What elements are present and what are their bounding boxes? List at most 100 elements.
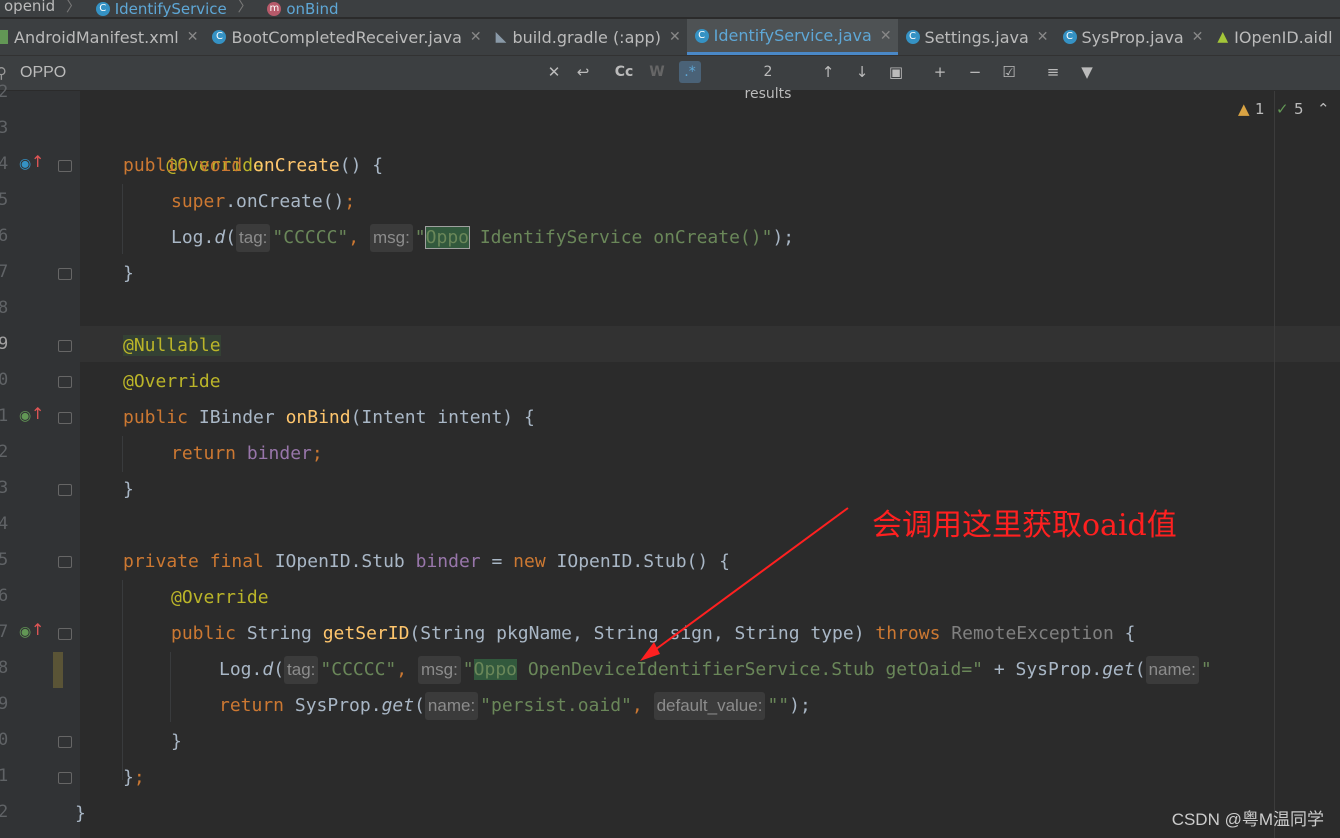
fold-icon[interactable] [58,412,72,424]
override-icon[interactable]: ◉ [19,156,31,172]
code-line: Log.d(tag: "CCCCC", msg: "Oppo OpenDeviceI… [219,652,1212,688]
search-input[interactable] [0,56,542,90]
tab-bootcompletedreceiver[interactable]: C BootCompletedReceiver.java ✕ [204,19,487,55]
code-line: return binder; [171,443,323,464]
code-line: } [123,263,134,284]
breadcrumb-item-method[interactable]: m onBind [267,0,339,17]
tab-sysprop[interactable]: C SysProp.java ✕ [1055,19,1210,55]
param-hint: msg: [369,224,413,252]
tab-iopenid-aidl[interactable]: ▲ IOpenID.aidl✕ [1209,19,1340,55]
line-number: 7 [0,622,9,642]
code-line: private final IOpenID.Stub binder = new … [123,551,730,572]
code-line: public void onCreate() { [123,155,384,176]
code-line: Log.d(tag: "CCCCC", msg: "Oppo IdentifySer… [171,220,794,256]
class-icon: C [905,30,920,44]
param-hint: msg: [417,656,461,684]
line-number: 2 [0,802,9,822]
code-line: @Nullable [123,335,221,356]
fold-icon[interactable] [58,556,72,568]
fold-icon[interactable] [58,772,72,784]
tab-label: IdentifyService.java [713,26,872,45]
tab-settings[interactable]: C Settings.java ✕ [898,19,1055,55]
line-number: 3 [0,118,9,138]
close-icon[interactable]: ✕ [187,29,199,45]
arrow-up-icon[interactable]: ↑ [817,61,839,83]
param-hint: name: [424,692,479,720]
indent-guide [122,580,123,780]
tab-androidmanifest[interactable]: AndroidManifest.xml ✕ [0,19,204,55]
implements-icon[interactable]: ◉ [19,624,31,640]
line-number: 9 [0,694,9,714]
current-line-highlight [80,326,1340,362]
whole-words-toggle[interactable]: W [646,61,668,83]
code-line: return SysProp.get(name: "persist.oaid", … [219,688,811,724]
close-icon[interactable]: ✕ [669,29,681,45]
param-hint: default_value: [653,692,766,720]
bookmark-marker [53,652,63,688]
fold-icon[interactable] [58,340,72,352]
breadcrumb-item-module[interactable]: openid [4,0,55,14]
close-icon[interactable]: ✕ [1037,29,1049,45]
fold-icon[interactable] [58,160,72,172]
line-number: 0 [0,370,9,390]
line-number: 8 [0,298,9,318]
tab-build-gradle[interactable]: ◣ build.gradle (:app) ✕ [488,19,687,55]
breadcrumb: openid 〉 C IdentifyService 〉 m onBind [0,0,1340,17]
arrow-up-icon[interactable]: ↑ [31,620,44,639]
remove-occurrence-icon[interactable]: − [964,61,986,83]
search-history-icon[interactable]: ↩ [572,61,594,83]
breadcrumb-method-label: onBind [286,0,339,17]
line-number: 4 [0,154,9,174]
close-icon[interactable]: ✕ [470,29,482,45]
select-all-icon[interactable]: ▣ [885,61,907,83]
warning-icon[interactable]: ▲ [1238,100,1250,118]
indent-guide [170,652,171,722]
line-number: 9 [0,334,9,354]
arrow-down-icon[interactable]: ↓ [851,61,873,83]
android-icon: ▲ [1217,29,1229,45]
check-icon[interactable]: ✓ [1276,100,1289,118]
fold-icon[interactable] [58,376,72,388]
line-number: 1 [0,406,9,426]
code-line: public String getSerID(String pkgName, S… [171,623,1136,644]
breadcrumb-item-class[interactable]: C IdentifyService [95,0,227,17]
fold-icon[interactable] [58,736,72,748]
tab-label: SysProp.java [1081,27,1184,47]
clear-search-icon[interactable]: ✕ [543,61,565,83]
tab-identifyservice[interactable]: C IdentifyService.java ✕ [686,19,898,55]
match-case-toggle[interactable]: Cc [613,61,635,83]
select-all-occurrences-icon[interactable]: ☑ [998,61,1020,83]
line-number: 6 [0,586,9,606]
line-number: 1 [0,766,9,786]
fold-icon[interactable] [58,268,72,280]
right-margin-guide [1274,91,1275,838]
fold-icon[interactable] [58,484,72,496]
breadcrumb-separator: 〉 [237,0,253,15]
implements-icon[interactable]: ◉ [19,408,31,424]
class-icon: C [95,2,110,16]
arrow-up-icon[interactable]: ↑ [31,404,44,423]
annotation-text: 会调用这里获取oaid值 [872,508,1177,543]
class-icon: C [212,30,227,44]
code-line: } [123,479,134,500]
breadcrumb-class-label: IdentifyService [114,0,227,17]
arrow-up-icon[interactable]: ↑ [31,152,44,171]
chevron-up-icon[interactable]: ⌃ [1317,100,1330,118]
tab-label: Settings.java [924,27,1029,47]
param-hint: name: [1145,656,1199,684]
class-icon: C [694,28,709,43]
param-hint: tag: [236,224,271,252]
line-number: 0 [0,730,9,750]
filter-icon[interactable]: ▼ [1076,61,1098,83]
context-icon[interactable]: ≡ [1042,61,1064,83]
manifest-icon [0,30,8,44]
fold-icon[interactable] [58,628,72,640]
regex-toggle[interactable]: .* [679,61,701,83]
add-occurrence-icon[interactable]: + [929,61,951,83]
close-icon[interactable]: ✕ [1192,29,1204,45]
line-number: 8 [0,658,9,678]
close-icon[interactable]: ✕ [880,28,892,44]
line-number: 3 [0,478,9,498]
search-icon: ⚲ [0,64,7,82]
results-count: 2 results [744,64,792,102]
